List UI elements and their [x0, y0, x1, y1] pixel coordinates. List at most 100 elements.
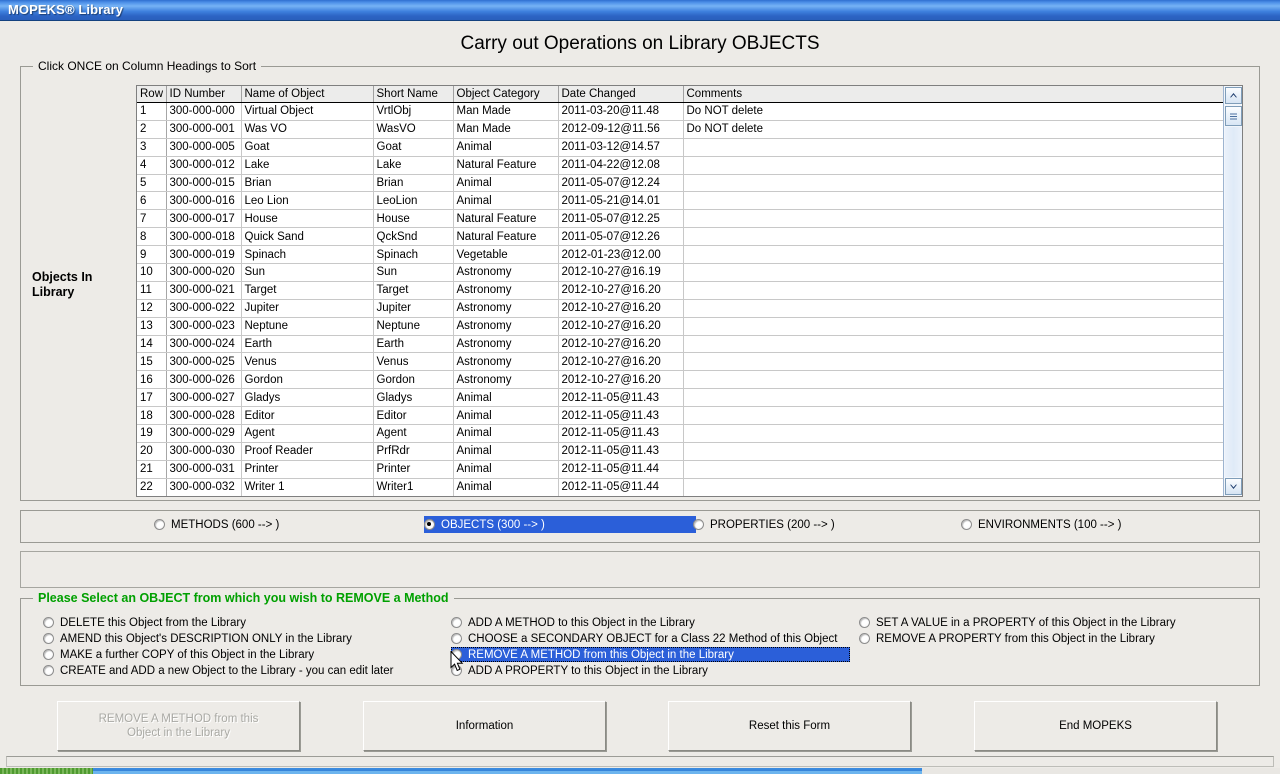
table-row[interactable]: 9 300-000-019 Spinach Spinach Vegetable 2012-…	[137, 245, 1223, 265]
table-cell: Jupiter	[373, 299, 454, 318]
operation-option[interactable]: SET A VALUE in a PROPERTY of this Object…	[859, 615, 1179, 630]
table-cell: Was VO	[241, 120, 374, 139]
library-type-radio-properties[interactable]: PROPERTIES (200 --> )	[693, 516, 839, 533]
side-label-line-2: Library	[32, 285, 75, 299]
operation-option[interactable]: ADD A PROPERTY to this Object in the Lib…	[451, 663, 711, 678]
table-cell: Agent	[241, 424, 374, 443]
column-header-comments[interactable]: Comments	[683, 86, 1223, 103]
table-cell: Agent	[373, 424, 454, 443]
radio-button-icon	[424, 519, 435, 530]
chevron-down-icon	[1230, 484, 1237, 489]
table-cell: 300-000-017	[166, 209, 242, 229]
table-cell: 300-000-001	[166, 120, 242, 139]
data-grid-viewport: Row ID Number Name of Object Short Name Obje…	[137, 86, 1223, 496]
library-type-radio-methods[interactable]: METHODS (600 --> )	[154, 516, 283, 533]
table-cell: Animal	[453, 191, 559, 211]
table-row[interactable]: 16 300-000-026 Gordon Gordon Astronomy 2012-1…	[137, 370, 1223, 390]
table-cell	[683, 460, 1223, 479]
table-row[interactable]: 14 300-000-024 Earth Earth Astronomy 2012-10-…	[137, 335, 1223, 354]
table-row[interactable]: 5 300-000-015 Brian Brian Animal 2011-05-07@1…	[137, 174, 1223, 193]
table-cell: 2012-11-05@11.43	[558, 406, 684, 426]
table-cell	[683, 317, 1223, 336]
information-button[interactable]: Information	[363, 701, 606, 751]
operation-option[interactable]: CHOOSE a SECONDARY OBJECT for a Class 22…	[451, 631, 840, 646]
column-header-id-number[interactable]: ID Number	[166, 86, 242, 103]
scrollbar-track[interactable]	[1225, 127, 1242, 477]
table-row[interactable]: 12 300-000-022 Jupiter Jupiter Astronomy 2012…	[137, 299, 1223, 318]
table-row[interactable]: 13 300-000-023 Neptune Neptune Astronomy 2012…	[137, 317, 1223, 336]
end-mopeks-button[interactable]: End MOPEKS	[974, 701, 1217, 751]
operation-option[interactable]: DELETE this Object from the Library	[43, 615, 249, 630]
table-row[interactable]: 1 300-000-000 Virtual Object VrtlObj Man Mad…	[137, 102, 1223, 121]
column-header-object-category[interactable]: Object Category	[453, 86, 559, 103]
table-row[interactable]: 4 300-000-012 Lake Lake Natural Feature 2011-…	[137, 156, 1223, 175]
library-type-radio-objects[interactable]: OBJECTS (300 --> )	[424, 516, 696, 533]
window-title-bar: MOPEKS® Library	[0, 0, 1280, 21]
column-header-short-name[interactable]: Short Name	[373, 86, 454, 103]
table-cell	[683, 442, 1223, 461]
column-header-name-of-object[interactable]: Name of Object	[241, 86, 374, 103]
table-row[interactable]: 2 300-000-001 Was VO WasVO Man Made 2012-09-1…	[137, 120, 1223, 139]
table-cell: 2012-09-12@11.56	[558, 120, 684, 139]
scroll-up-button[interactable]	[1225, 87, 1242, 104]
table-cell: 10	[137, 263, 167, 282]
reset-form-button[interactable]: Reset this Form	[668, 701, 911, 751]
table-row[interactable]: 7 300-000-017 House House Natural Feature 201…	[137, 209, 1223, 229]
library-type-radio-environments[interactable]: ENVIRONMENTS (100 --> )	[961, 516, 1125, 533]
table-cell: Writer 1	[241, 478, 374, 496]
operation-option-label: REMOVE A METHOD from this Object in the …	[468, 648, 734, 661]
library-type-selector-group: METHODS (600 --> ) OBJECTS (300 --> ) PROP…	[20, 510, 1260, 543]
vertical-scrollbar[interactable]	[1223, 86, 1242, 496]
table-cell: 300-000-029	[166, 424, 242, 443]
table-row[interactable]: 18 300-000-028 Editor Editor Animal 2012-11-0…	[137, 406, 1223, 426]
table-row[interactable]: 17 300-000-027 Gladys Gladys Animal 2012-11-0…	[137, 388, 1223, 408]
table-cell	[683, 424, 1223, 443]
column-header-row[interactable]: Row	[137, 86, 167, 103]
column-header-date-changed[interactable]: Date Changed	[558, 86, 684, 103]
table-cell: Goat	[373, 138, 454, 157]
operations-group: Please Select an OBJECT from which you w…	[20, 591, 1260, 686]
table-cell: 300-000-028	[166, 406, 242, 426]
table-cell: Goat	[241, 138, 374, 157]
taskbar-start-area[interactable]	[0, 768, 93, 774]
table-cell: VrtlObj	[373, 102, 454, 121]
table-cell: Astronomy	[453, 352, 559, 372]
operation-option[interactable]: MAKE a further COPY of this Object in th…	[43, 647, 317, 662]
table-cell: Neptune	[241, 317, 374, 336]
table-cell: Proof Reader	[241, 442, 374, 461]
table-row[interactable]: 21 300-000-031 Printer Printer Animal 2012-11…	[137, 460, 1223, 479]
table-cell: 2012-10-27@16.20	[558, 352, 684, 372]
operation-option[interactable]: CREATE and ADD a new Object to the Libra…	[43, 663, 396, 678]
operation-option[interactable]: ADD A METHOD to this Object in the Libra…	[451, 615, 698, 630]
table-cell: Natural Feature	[453, 209, 559, 229]
operation-option[interactable]: REMOVE A METHOD from this Object in the …	[451, 647, 850, 662]
table-cell	[683, 299, 1223, 318]
radio-button-icon	[859, 633, 870, 644]
table-cell: 300-000-025	[166, 352, 242, 372]
table-cell: 19	[137, 424, 167, 443]
table-row[interactable]: 20 300-000-030 Proof Reader PrfRdr Animal 201…	[137, 442, 1223, 461]
table-row[interactable]: 11 300-000-021 Target Target Astronomy 2012-1…	[137, 281, 1223, 300]
table-row[interactable]: 22 300-000-032 Writer 1 Writer1 Animal 2012-1…	[137, 478, 1223, 496]
table-row[interactable]: 6 300-000-016 Leo Lion LeoLion Animal 2011-05…	[137, 191, 1223, 211]
table-row[interactable]: 15 300-000-025 Venus Venus Astronomy 2012-10-…	[137, 352, 1223, 372]
scroll-down-button[interactable]	[1225, 478, 1242, 495]
table-cell: Editor	[373, 406, 454, 426]
table-row[interactable]: 3 300-000-005 Goat Goat Animal 2011-03-12@14.…	[137, 138, 1223, 157]
table-cell: QckSnd	[373, 227, 454, 247]
operation-option[interactable]: REMOVE A PROPERTY from this Object in th…	[859, 631, 1158, 646]
table-row[interactable]: 10 300-000-020 Sun Sun Astronomy 2012-10-27@1…	[137, 263, 1223, 282]
operation-option[interactable]: AMEND this Object's DESCRIPTION ONLY in …	[43, 631, 355, 646]
objects-data-grid[interactable]: Row ID Number Name of Object Short Name Obje…	[136, 85, 1243, 497]
table-cell: 8	[137, 227, 167, 247]
table-cell: 2012-11-05@11.43	[558, 424, 684, 443]
operations-group-legend: Please Select an OBJECT from which you w…	[33, 591, 454, 605]
scrollbar-thumb[interactable]	[1225, 106, 1242, 126]
table-group-legend: Click ONCE on Column Headings to Sort	[33, 59, 262, 73]
taskbar[interactable]	[0, 768, 1280, 774]
table-row[interactable]: 8 300-000-018 Quick Sand QckSnd Natural Feat…	[137, 227, 1223, 247]
information-button-label: Information	[455, 720, 514, 732]
table-row[interactable]: 19 300-000-029 Agent Agent Animal 2012-11-05@…	[137, 424, 1223, 443]
remove-method-button[interactable]: REMOVE A METHOD from this Object in the …	[57, 701, 300, 751]
table-cell: Editor	[241, 406, 374, 426]
